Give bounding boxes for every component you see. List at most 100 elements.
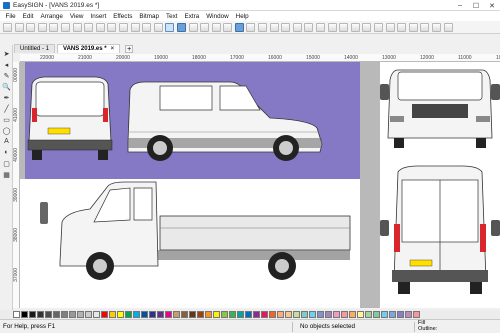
pointer-tool-icon[interactable]: ➤ xyxy=(2,49,11,58)
new-icon[interactable] xyxy=(3,22,12,32)
color-swatch[interactable] xyxy=(213,311,220,318)
bitmap-icon[interactable] xyxy=(316,22,326,32)
minimize-button[interactable]: – xyxy=(452,0,468,11)
knife-tool-icon[interactable]: ✎ xyxy=(2,71,11,80)
color-swatch[interactable] xyxy=(221,311,228,318)
color-swatch[interactable] xyxy=(69,311,76,318)
line-tool-icon[interactable]: ╱ xyxy=(2,104,11,113)
color-swatch[interactable] xyxy=(21,311,28,318)
cut-icon[interactable] xyxy=(49,22,59,32)
menu-text[interactable]: Text xyxy=(162,13,181,20)
menu-view[interactable]: View xyxy=(66,13,87,20)
contour-icon[interactable] xyxy=(258,22,268,32)
properties-icon[interactable] xyxy=(385,22,395,32)
pen-tool-icon[interactable]: ✒ xyxy=(2,93,11,102)
menu-insert[interactable]: Insert xyxy=(87,13,110,20)
small-van-rear-view[interactable] xyxy=(27,76,113,160)
grid-icon[interactable] xyxy=(165,22,175,32)
color-swatch[interactable] xyxy=(285,311,292,318)
color-swatch[interactable] xyxy=(61,311,68,318)
help-icon[interactable] xyxy=(443,22,453,32)
color-swatch[interactable] xyxy=(277,311,284,318)
vectorize-icon[interactable] xyxy=(327,22,337,32)
weld-icon[interactable] xyxy=(246,22,256,32)
large-van-front-view[interactable] xyxy=(380,69,500,148)
color-swatch[interactable] xyxy=(341,311,348,318)
ungroup-icon[interactable] xyxy=(211,22,221,32)
color-swatch[interactable] xyxy=(301,311,308,318)
back-icon[interactable] xyxy=(234,22,244,32)
color-swatch[interactable] xyxy=(77,311,84,318)
save-icon[interactable] xyxy=(26,22,36,32)
color-swatch[interactable] xyxy=(269,311,276,318)
color-swatch[interactable] xyxy=(13,311,20,318)
ellipse-tool-icon[interactable]: ◯ xyxy=(2,126,11,135)
menu-window[interactable]: Window xyxy=(203,13,232,20)
large-van-rear-view[interactable] xyxy=(380,165,500,294)
color-swatch[interactable] xyxy=(133,311,140,318)
color-swatch[interactable] xyxy=(325,311,332,318)
tab-document-1[interactable]: Untitled - 1 xyxy=(14,44,56,53)
cutter-icon[interactable] xyxy=(339,22,349,32)
color-swatch[interactable] xyxy=(405,311,412,318)
maximize-button[interactable]: ☐ xyxy=(468,0,484,11)
zoom-fit-icon[interactable] xyxy=(153,22,163,32)
color-swatch[interactable] xyxy=(29,311,36,318)
fill-tool-icon[interactable]: ◐ xyxy=(2,148,11,157)
color-swatch[interactable] xyxy=(173,311,180,318)
open-icon[interactable] xyxy=(14,22,24,32)
color-swatch[interactable] xyxy=(189,311,196,318)
copy-icon[interactable] xyxy=(60,22,70,32)
color-swatch[interactable] xyxy=(349,311,356,318)
measure-icon[interactable] xyxy=(420,22,430,32)
menu-bitmap[interactable]: Bitmap xyxy=(136,13,163,20)
node-edit-tool-icon[interactable]: ◂ xyxy=(2,60,11,69)
front-icon[interactable] xyxy=(223,22,233,32)
print-cut-icon[interactable] xyxy=(350,22,360,32)
color-swatch[interactable] xyxy=(229,311,236,318)
color-swatch[interactable] xyxy=(381,311,388,318)
menu-extra[interactable]: Extra xyxy=(181,13,203,20)
paste-icon[interactable] xyxy=(72,22,82,32)
color-swatch[interactable] xyxy=(245,311,252,318)
snap-icon[interactable] xyxy=(176,22,186,32)
color-swatch[interactable] xyxy=(293,311,300,318)
layers-icon[interactable] xyxy=(374,22,383,32)
color-swatch[interactable] xyxy=(181,311,188,318)
color-swatch[interactable] xyxy=(333,311,340,318)
menu-effects[interactable]: Effects xyxy=(110,13,136,20)
wrap-icon[interactable] xyxy=(408,22,418,32)
color-swatch[interactable] xyxy=(197,311,204,318)
menu-help[interactable]: Help xyxy=(232,13,252,20)
dimension-icon[interactable] xyxy=(431,22,441,32)
close-button[interactable]: ✕ xyxy=(484,0,500,11)
menu-file[interactable]: File xyxy=(2,13,19,20)
color-swatch[interactable] xyxy=(397,311,404,318)
color-swatch[interactable] xyxy=(125,311,132,318)
text-tool-icon[interactable]: A xyxy=(2,137,11,146)
color-swatch[interactable] xyxy=(45,311,52,318)
color-swatch[interactable] xyxy=(373,311,380,318)
shadow-icon[interactable] xyxy=(269,22,279,32)
rectangle-tool-icon[interactable]: ▭ xyxy=(2,115,11,124)
undo-icon[interactable] xyxy=(84,22,94,32)
color-swatch[interactable] xyxy=(309,311,316,318)
color-swatch[interactable] xyxy=(317,311,324,318)
color-swatch[interactable] xyxy=(205,311,212,318)
color-swatch[interactable] xyxy=(85,311,92,318)
menu-edit[interactable]: Edit xyxy=(19,13,37,20)
group-icon[interactable] xyxy=(200,22,210,32)
preview-icon[interactable] xyxy=(397,22,407,32)
import-icon[interactable] xyxy=(107,22,117,32)
color-swatch[interactable] xyxy=(165,311,172,318)
fill-icon[interactable] xyxy=(281,22,291,32)
color-swatch[interactable] xyxy=(157,311,164,318)
drawing-canvas[interactable] xyxy=(20,62,500,308)
color-swatch[interactable] xyxy=(117,311,124,318)
text-icon[interactable] xyxy=(304,22,314,32)
color-swatch[interactable] xyxy=(365,311,372,318)
grid-tool-icon[interactable]: ▦ xyxy=(2,170,11,179)
tab-document-2[interactable]: VANS 2019.es * × xyxy=(57,44,121,53)
color-swatch[interactable] xyxy=(261,311,268,318)
print-icon[interactable] xyxy=(37,22,47,32)
